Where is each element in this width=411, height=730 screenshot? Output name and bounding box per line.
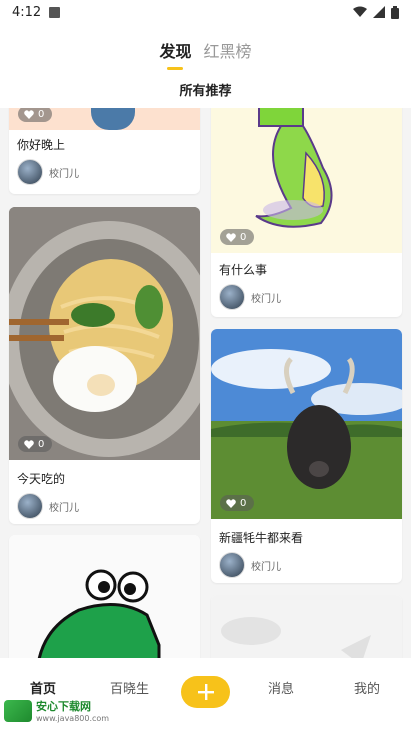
nav-mine[interactable]: 我的 (354, 678, 380, 697)
top-tabs: 发现 红黑榜 (0, 38, 411, 62)
post-image: 0 (211, 108, 402, 253)
cartoon-figure (91, 108, 135, 130)
dinosaur-illustration (37, 569, 161, 658)
status-time: 4:12 (12, 4, 42, 20)
post-author[interactable]: 校门儿 (9, 153, 200, 193)
placeholder-icon (221, 617, 371, 658)
top-bar: 发现 红黑榜 所有推荐 (0, 24, 411, 108)
post-card[interactable] (9, 535, 200, 658)
like-count: 0 (240, 497, 247, 509)
post-image: 0 (9, 207, 200, 460)
author-name: 校门儿 (251, 561, 281, 573)
post-author[interactable]: 校门儿 (211, 278, 402, 317)
plus-icon (197, 684, 214, 700)
watermark-url: www.java800.com (36, 714, 110, 723)
post-author[interactable]: 校门儿 (9, 487, 200, 524)
battery-icon (391, 5, 399, 19)
watermark-name: 安心下载网 (36, 700, 91, 713)
post-author[interactable]: 校门儿 (211, 546, 402, 583)
wifi-icon (353, 6, 367, 17)
signal-icon (373, 6, 385, 18)
notification-icon (49, 6, 61, 18)
like-badge[interactable]: 0 (220, 495, 254, 511)
post-title: 今天吃的 (17, 472, 66, 486)
post-title: 有什么事 (219, 263, 268, 277)
watermark-logo (4, 699, 32, 722)
post-image (9, 535, 200, 658)
feed[interactable]: 0 你好晚上 校门儿 0 有什么事 校门儿 0 今天吃的 校门儿 0 新疆牦牛都… (0, 108, 411, 658)
heart-icon (24, 109, 34, 119)
like-count: 0 (38, 108, 45, 120)
like-badge[interactable]: 0 (220, 229, 254, 245)
heart-icon (24, 439, 34, 449)
heart-icon (226, 498, 236, 508)
heart-icon (226, 232, 236, 242)
avatar[interactable] (17, 159, 43, 185)
system-icons (353, 5, 399, 19)
avatar[interactable] (219, 552, 245, 578)
post-image-placeholder (211, 595, 402, 658)
watermark: 安心下载网 www.java800.com (4, 698, 109, 723)
post-title: 你好晚上 (17, 138, 66, 152)
post-card[interactable] (211, 595, 402, 658)
author-name: 校门儿 (49, 502, 79, 514)
nav-messages[interactable]: 消息 (268, 678, 294, 697)
post-card[interactable]: 0 有什么事 校门儿 (211, 108, 402, 317)
status-bar: 4:12 (0, 0, 411, 24)
tab-ranking[interactable]: 红黑榜 (204, 38, 252, 62)
author-name: 校门儿 (49, 168, 79, 180)
avatar[interactable] (219, 284, 245, 310)
nav-baixiao[interactable]: 百晓生 (110, 678, 149, 697)
noodle-bowl-photo (9, 207, 200, 460)
like-badge[interactable]: 0 (18, 108, 52, 122)
section-title: 所有推荐 (179, 84, 232, 99)
watermark-text: 安心下载网 www.java800.com (36, 698, 109, 723)
bottom-nav: 首页 百晓生 消息 我的 安心下载网 www.java800.com (0, 658, 411, 730)
post-card[interactable]: 0 新疆牦牛都来看 校门儿 (211, 329, 402, 583)
post-card[interactable]: 0 你好晚上 校门儿 (9, 108, 200, 194)
like-count: 0 (38, 438, 45, 450)
like-count: 0 (240, 231, 247, 243)
post-image: 0 (211, 329, 402, 519)
post-card[interactable]: 0 今天吃的 校门儿 (9, 207, 200, 524)
like-badge[interactable]: 0 (18, 436, 52, 452)
author-name: 校门儿 (251, 293, 281, 305)
avatar[interactable] (17, 493, 43, 519)
post-image: 0 (9, 108, 200, 130)
create-post-button[interactable] (181, 676, 230, 708)
tab-discover[interactable]: 发现 (159, 38, 191, 62)
post-title: 新疆牦牛都来看 (219, 531, 304, 545)
yak-photo (211, 329, 402, 519)
nav-home[interactable]: 首页 (30, 678, 56, 697)
